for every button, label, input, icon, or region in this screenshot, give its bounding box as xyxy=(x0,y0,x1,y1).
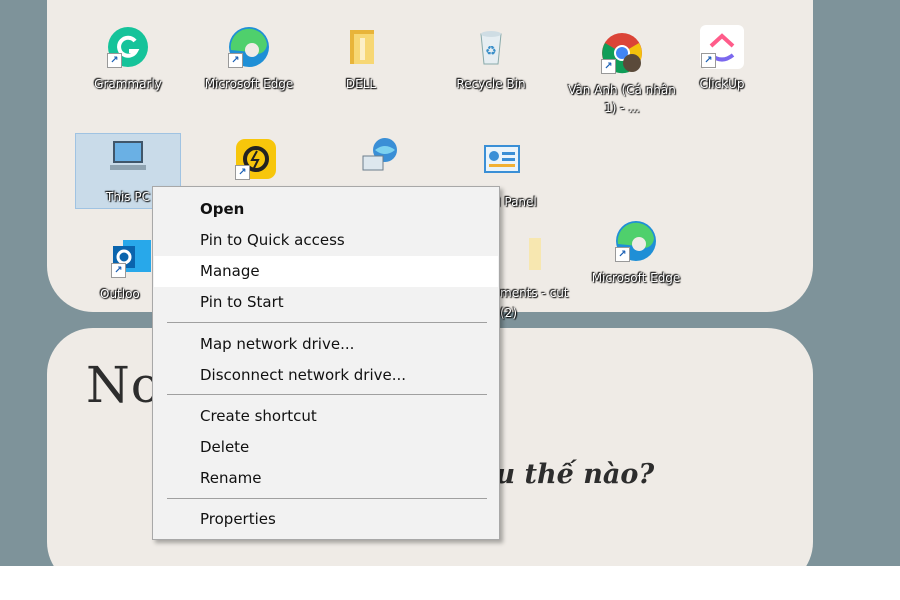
shortcut-arrow-icon: ↗ xyxy=(601,59,616,74)
grammarly-icon: ↗ xyxy=(105,24,151,70)
desktop-icon-label: DELL xyxy=(345,77,377,91)
desktop-icon-edge[interactable]: ↗ Microsoft Edge xyxy=(199,24,299,93)
menu-item-pin-to-start[interactable]: Pin to Start xyxy=(154,287,498,318)
desktop-icon-label: Recycle Bin xyxy=(456,77,526,91)
desktop-icon-network[interactable] xyxy=(328,134,428,180)
menu-separator xyxy=(167,394,487,395)
menu-item-rename[interactable]: Rename xyxy=(154,463,498,494)
menu-separator xyxy=(167,322,487,323)
shortcut-arrow-icon: ↗ xyxy=(701,53,716,68)
menu-item-pin-quick-access[interactable]: Pin to Quick access xyxy=(154,225,498,256)
shortcut-arrow-icon: ↗ xyxy=(235,165,250,180)
control-panel-icon xyxy=(479,138,525,184)
shortcut-arrow-icon: ↗ xyxy=(111,263,126,278)
desktop-icon-app-shortcut[interactable]: ↗ xyxy=(206,136,306,182)
recycle-bin-icon: ♻ xyxy=(468,24,514,70)
menu-item-disconnect-network-drive[interactable]: Disconnect network drive... xyxy=(154,360,498,391)
context-menu: Open Pin to Quick access Manage Pin to S… xyxy=(152,186,500,540)
menu-item-delete[interactable]: Delete xyxy=(154,432,498,463)
desktop-icon-edge-2[interactable]: ↗ Microsoft Edge xyxy=(586,218,686,287)
menu-separator xyxy=(167,498,487,499)
desktop-icon-label: Microsoft Edge xyxy=(591,271,681,285)
app-shortcut-icon: ↗ xyxy=(233,136,279,182)
svg-text:♻: ♻ xyxy=(485,44,497,59)
desktop-icon-label: Microsoft Edge xyxy=(204,77,294,91)
menu-item-properties[interactable]: Properties xyxy=(154,504,498,535)
desktop-icon-control-panel[interactable]: l Panel xyxy=(452,138,552,209)
desktop-icon-clickup[interactable]: ↗ ClickUp xyxy=(672,24,772,93)
shortcut-arrow-icon: ↗ xyxy=(615,247,630,262)
folder-icon xyxy=(338,24,384,70)
menu-item-open[interactable]: Open xyxy=(154,194,498,225)
notes-title: No xyxy=(86,356,162,414)
menu-item-manage[interactable]: Manage xyxy=(154,256,498,287)
shortcut-arrow-icon: ↗ xyxy=(107,53,122,68)
outlook-icon: ↗ xyxy=(109,234,155,280)
clickup-icon: ↗ xyxy=(699,24,745,70)
desktop-icon-grammarly[interactable]: ↗ Grammarly xyxy=(78,24,178,93)
network-icon xyxy=(355,134,401,180)
desktop-icon-chrome-profile[interactable]: ↗ Vân Anh (Cá nhân 1) - ... xyxy=(566,30,678,117)
menu-item-map-network-drive[interactable]: Map network drive... xyxy=(154,329,498,360)
desktop-icon-dell-folder[interactable]: DELL xyxy=(311,24,411,93)
desktop-icon-label: Grammarly xyxy=(94,77,162,91)
menu-item-create-shortcut[interactable]: Create shortcut xyxy=(154,401,498,432)
chrome-profile-icon: ↗ xyxy=(599,30,645,76)
desktop-icon-label: Vân Anh (Cá nhân 1) - ... xyxy=(568,83,676,115)
edge-icon: ↗ xyxy=(613,218,659,264)
document-shortcut-icon xyxy=(497,232,543,278)
desktop-icon-recycle-bin[interactable]: ♻ Recycle Bin xyxy=(441,24,541,93)
shortcut-arrow-icon: ↗ xyxy=(228,53,243,68)
notes-subtitle: âu thế nào? xyxy=(478,459,655,490)
edge-icon: ↗ xyxy=(226,24,272,70)
computer-icon xyxy=(105,137,151,183)
desktop-icon-label: ClickUp xyxy=(699,77,745,91)
